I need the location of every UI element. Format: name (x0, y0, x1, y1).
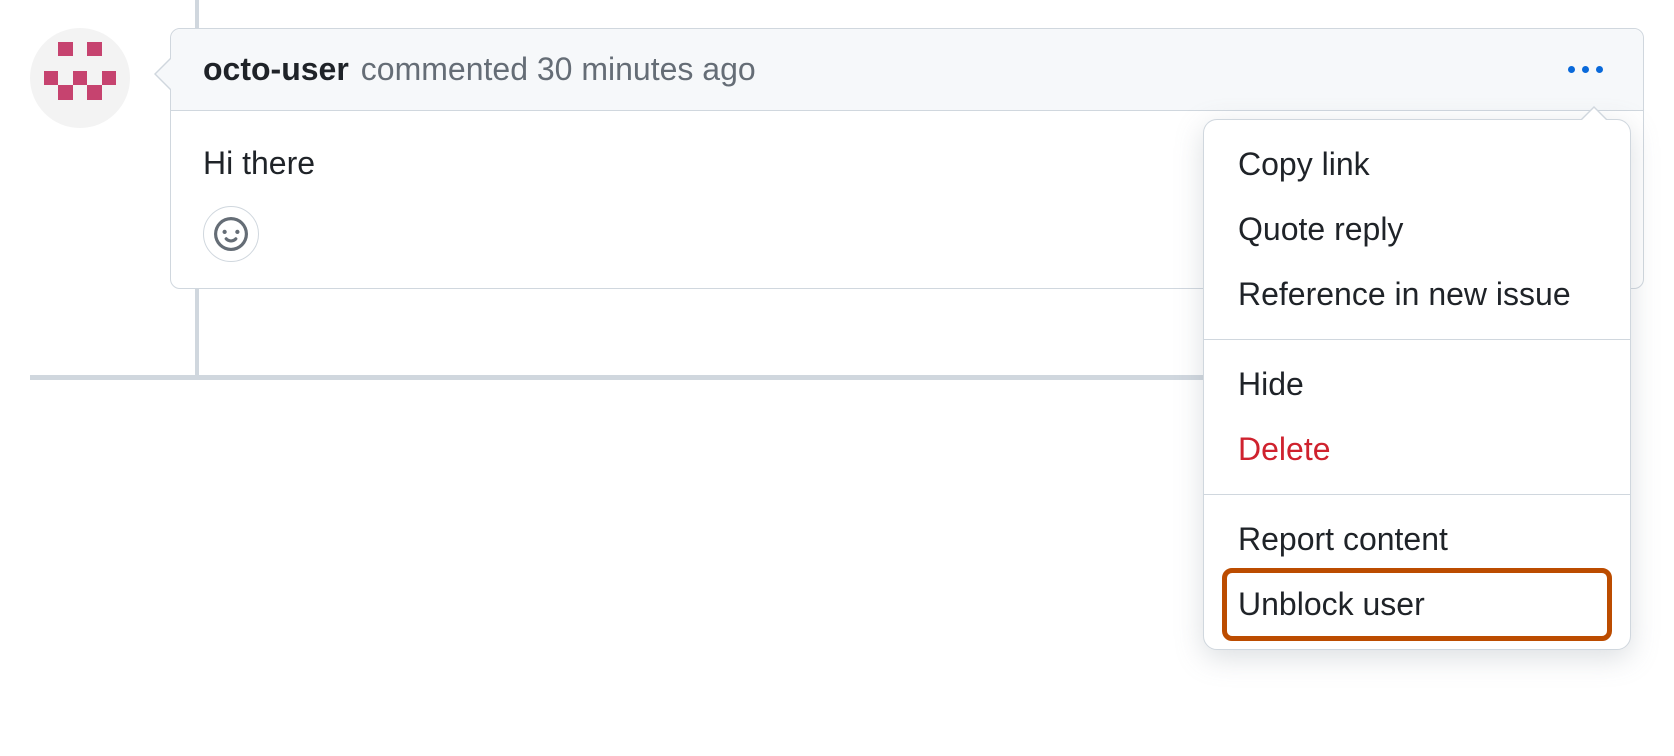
menu-item-unblock-user[interactable]: Unblock user (1204, 572, 1630, 637)
comment-container: octo-user commented 30 minutes ago Hi th… (30, 28, 1644, 289)
menu-divider (1204, 494, 1630, 495)
menu-item-delete[interactable]: Delete (1204, 417, 1630, 482)
dropdown-caret-icon (1580, 106, 1608, 120)
smiley-icon (214, 217, 248, 251)
comment-caret (154, 57, 171, 91)
kebab-dot-icon (1568, 66, 1575, 73)
menu-item-report-content[interactable]: Report content (1204, 507, 1630, 572)
comment-actions-menu: Copy link Quote reply Reference in new i… (1203, 119, 1631, 650)
add-reaction-button[interactable] (203, 206, 259, 262)
comment-box: octo-user commented 30 minutes ago Hi th… (170, 28, 1644, 289)
kebab-dot-icon (1596, 66, 1603, 73)
menu-item-copy-link[interactable]: Copy link (1204, 132, 1630, 197)
menu-divider (1204, 339, 1630, 340)
comment-header: octo-user commented 30 minutes ago (171, 29, 1643, 111)
kebab-menu-button[interactable] (1560, 58, 1611, 81)
menu-item-hide[interactable]: Hide (1204, 352, 1630, 417)
menu-item-reference-issue[interactable]: Reference in new issue (1204, 262, 1630, 327)
comment-author[interactable]: octo-user (203, 51, 349, 88)
menu-item-quote-reply[interactable]: Quote reply (1204, 197, 1630, 262)
kebab-dot-icon (1582, 66, 1589, 73)
comment-meta: commented 30 minutes ago (361, 51, 756, 88)
menu-item-unblock-user-label: Unblock user (1238, 586, 1425, 622)
avatar[interactable] (30, 28, 130, 128)
